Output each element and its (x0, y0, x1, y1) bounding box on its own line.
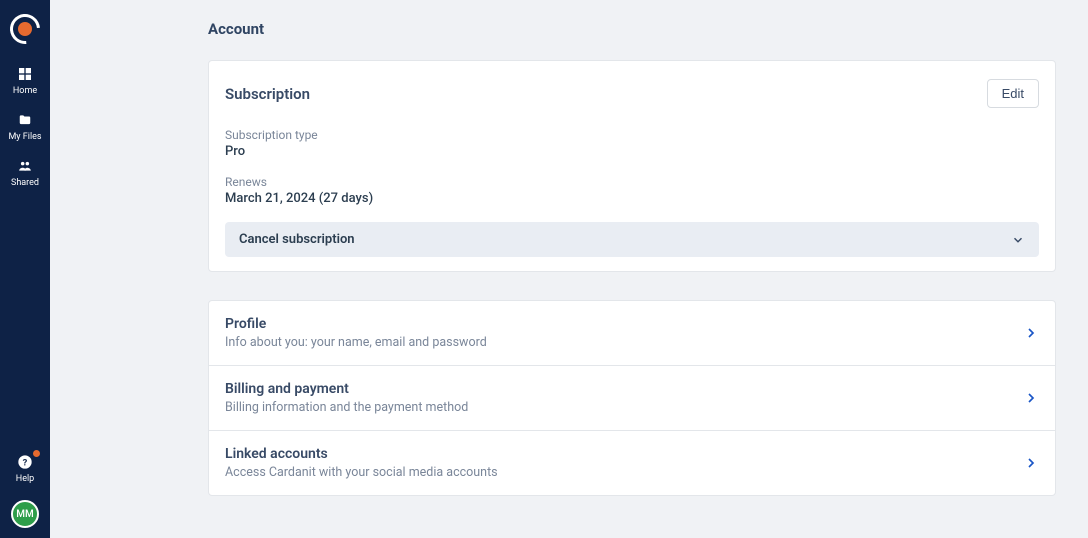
section-title: Profile (225, 316, 487, 332)
section-billing[interactable]: Billing and payment Billing information … (209, 365, 1055, 430)
subscription-renews-value: March 21, 2024 (27 days) (225, 191, 1039, 206)
svg-text:?: ? (23, 457, 28, 468)
subscription-type-value: Pro (225, 144, 1039, 159)
chevron-down-icon (1011, 233, 1025, 247)
edit-button[interactable]: Edit (987, 79, 1039, 108)
nav-home[interactable]: Home (0, 58, 50, 104)
folder-icon (16, 112, 34, 128)
avatar-wrap: MM (11, 500, 39, 528)
help-icon: ? (16, 454, 34, 470)
page-title: Account (208, 20, 1056, 38)
main-content: Account Subscription Edit Subscription t… (50, 0, 1088, 538)
app-logo[interactable] (10, 14, 40, 44)
nav-shared[interactable]: Shared (0, 150, 50, 196)
nav-help[interactable]: ? Help (0, 446, 50, 492)
subscription-type-label: Subscription type (225, 128, 1039, 142)
subscription-card: Subscription Edit Subscription type Pro … (208, 60, 1056, 272)
chevron-right-icon (1023, 325, 1039, 341)
section-linked[interactable]: Linked accounts Access Cardanit with you… (209, 430, 1055, 495)
nav-label: My Files (8, 132, 41, 142)
subscription-renews-label: Renews (225, 175, 1039, 189)
nav-label: Shared (11, 178, 39, 188)
cancel-subscription-button[interactable]: Cancel subscription (225, 222, 1039, 257)
nav-myfiles[interactable]: My Files (0, 104, 50, 150)
shared-icon (16, 158, 34, 174)
chevron-right-icon (1023, 455, 1039, 471)
sidebar: Home My Files Shared ? Help MM (0, 0, 50, 538)
section-desc: Info about you: your name, email and pas… (225, 335, 487, 350)
section-title: Billing and payment (225, 381, 468, 397)
notification-dot (33, 450, 40, 457)
nav-items: Home My Files Shared (0, 58, 50, 196)
account-sections: Profile Info about you: your name, email… (208, 300, 1056, 496)
cancel-subscription-label: Cancel subscription (239, 232, 355, 247)
subscription-heading: Subscription (225, 85, 310, 103)
section-desc: Billing information and the payment meth… (225, 400, 468, 415)
section-profile[interactable]: Profile Info about you: your name, email… (209, 301, 1055, 365)
section-title: Linked accounts (225, 446, 498, 462)
home-icon (16, 66, 34, 82)
nav-label: Help (16, 474, 34, 484)
user-avatar[interactable]: MM (11, 500, 39, 528)
section-desc: Access Cardanit with your social media a… (225, 465, 498, 480)
nav-label: Home (13, 86, 37, 96)
chevron-right-icon (1023, 390, 1039, 406)
